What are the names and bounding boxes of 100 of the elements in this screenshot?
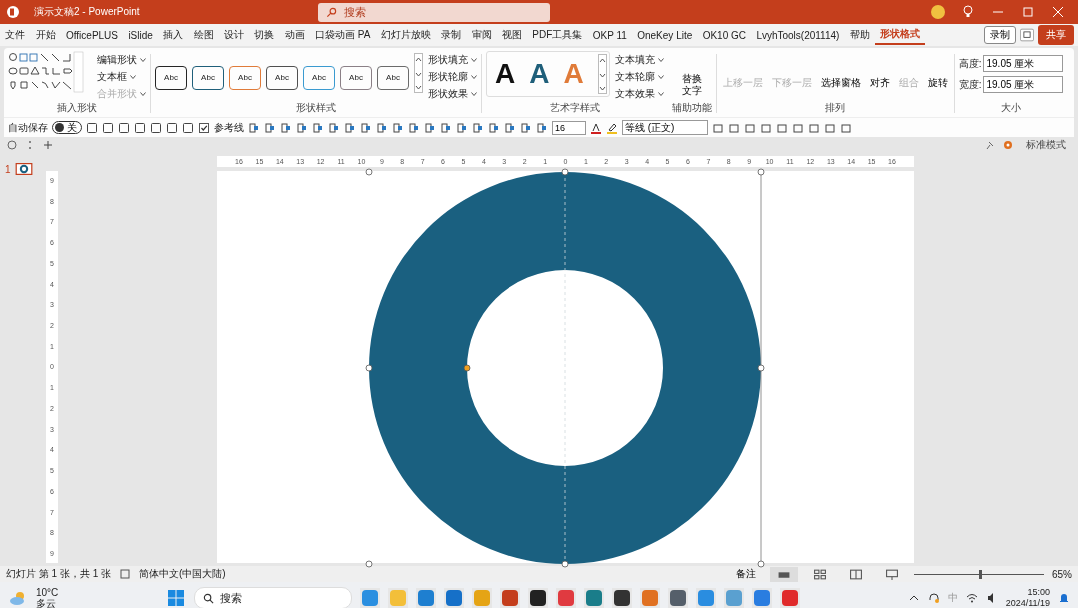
ribbon-command[interactable]: 形状轮廓 (428, 70, 468, 84)
share-button[interactable]: 共享 (1038, 25, 1074, 45)
clock-date[interactable]: 2024/11/19 (1005, 598, 1050, 608)
temperature: 10°C (36, 587, 59, 598)
slide-thumbnail[interactable] (14, 163, 33, 175)
taskbar-search-field[interactable]: 搜索 (194, 587, 352, 608)
gallery-scroll-icon[interactable] (597, 54, 607, 94)
bell-icon[interactable] (1058, 592, 1070, 604)
ribbon-tab[interactable]: 文件 (0, 25, 31, 45)
ribbon-tab[interactable]: LvyhTools(201114) (751, 25, 845, 45)
ribbon-command[interactable]: 文本效果 (614, 87, 655, 101)
ribbon-command[interactable]: 形状填充 (428, 53, 468, 67)
lightbulb-icon[interactable] (960, 4, 976, 20)
zoom-level[interactable]: 65% (1052, 568, 1072, 580)
clock-time[interactable]: 15:00 (1027, 587, 1050, 598)
ribbon-tab[interactable]: 绘图 (188, 25, 219, 45)
gallery-scroll-icon[interactable] (414, 53, 423, 93)
font-size-field[interactable]: 16 (552, 120, 586, 135)
caret-icon[interactable] (657, 58, 664, 62)
style-preset[interactable]: Abc (303, 65, 335, 90)
ribbon-tab[interactable]: 口袋动画 PA (309, 25, 376, 45)
record-button[interactable]: 录制 (984, 26, 1016, 44)
ribbon-tab[interactable]: 审阅 (466, 25, 497, 45)
ribbon-tab[interactable]: 幻灯片放映 (375, 25, 437, 45)
view-mode-button[interactable]: 标准模式 (1020, 137, 1072, 153)
caret-icon[interactable] (130, 75, 136, 79)
style-preset[interactable]: Abc (229, 65, 261, 90)
window-title: 演示文稿2 - PowerPoint (34, 5, 140, 19)
slide-counter: 幻灯片 第 1 张，共 1 张 (6, 567, 111, 581)
guides-checkbox[interactable] (198, 121, 210, 134)
width-field[interactable]: 19.05 厘米 (983, 76, 1064, 93)
shape-icon[interactable] (808, 121, 820, 134)
caret-icon[interactable] (657, 75, 664, 79)
window-icon[interactable] (1020, 28, 1034, 42)
ribbon-tab[interactable]: PDF工具集 (527, 25, 588, 45)
caret-icon[interactable] (140, 58, 146, 62)
search-icon (325, 6, 337, 18)
caret-icon[interactable] (471, 58, 477, 62)
box-icon[interactable] (134, 121, 146, 134)
ribbon-command[interactable]: 编辑形状 (97, 53, 137, 67)
arrange-button[interactable]: 旋转 (925, 51, 950, 89)
normal-view-icon[interactable] (770, 566, 798, 582)
shape-icon[interactable] (504, 121, 516, 134)
arrange-button[interactable]: 对齐 (867, 51, 892, 89)
group-label: 排列 (825, 101, 846, 115)
group-label: 大小 (1001, 101, 1022, 115)
add-icon[interactable] (42, 139, 54, 151)
ribbon-tab[interactable]: OfficePLUS (60, 25, 124, 45)
style-preset[interactable]: Abc (266, 65, 298, 90)
app-icon[interactable] (612, 588, 632, 608)
wordart-preset[interactable]: A (495, 57, 516, 91)
ribbon-tab[interactable]: OK10 GC (697, 25, 752, 45)
caret-icon[interactable] (657, 92, 664, 96)
caret-icon[interactable] (471, 75, 477, 79)
weather-text: 多云 (36, 598, 57, 608)
ribbon-tab[interactable]: 视图 (496, 25, 528, 45)
rectangle-icon[interactable] (118, 121, 130, 134)
ribbon-command[interactable]: 形状效果 (428, 87, 468, 101)
font-color-icon[interactable] (590, 121, 602, 134)
ribbon-tab[interactable]: 开始 (30, 25, 61, 45)
shape-icon[interactable] (824, 121, 836, 134)
search-field[interactable]: 搜索 (317, 2, 550, 22)
autosave-toggle[interactable]: 关 (52, 121, 82, 134)
alt-text-button[interactable]: 替换文字 (677, 51, 706, 97)
ribbon-tab[interactable]: 切换 (249, 25, 280, 45)
arrange-button[interactable]: 选择窗格 (818, 51, 863, 89)
ribbon-tab[interactable]: iSlide (123, 25, 159, 45)
highlighter-icon[interactable] (606, 121, 618, 134)
style-preset[interactable]: Abc (340, 65, 372, 90)
wordart-preset[interactable]: A (529, 57, 550, 91)
ribbon-tab[interactable]: 录制 (436, 25, 467, 45)
shape-icon[interactable] (792, 121, 804, 134)
height-field[interactable]: 19.05 厘米 (983, 55, 1064, 72)
ribbon-tab[interactable]: OneKey Lite (632, 25, 698, 45)
ribbon-command[interactable]: 文本框 (97, 70, 127, 84)
shape-icon[interactable] (472, 121, 484, 134)
restore-icon[interactable] (1020, 4, 1036, 20)
windows-start-icon[interactable] (166, 588, 186, 608)
wifi-icon[interactable] (965, 592, 978, 604)
style-preset[interactable]: Abc (155, 65, 187, 90)
ribbon-tab[interactable]: 动画 (279, 25, 310, 45)
close-icon[interactable] (1050, 4, 1066, 20)
language-indicator[interactable]: 简体中文(中国大陆) (139, 567, 226, 581)
ribbon-command[interactable]: 文本轮廓 (614, 70, 655, 84)
font-field[interactable]: 等线 (正文) (622, 120, 708, 135)
ribbon-tab[interactable]: OKP 11 (587, 25, 633, 45)
ribbon-tab[interactable]: 帮助 (844, 25, 875, 45)
app-icon[interactable] (528, 588, 548, 608)
headset-icon[interactable] (927, 592, 940, 604)
ribbon-tab[interactable]: 形状格式 (874, 25, 926, 45)
shape-icon[interactable] (840, 121, 852, 134)
ribbon-tab[interactable]: 设计 (218, 25, 250, 45)
ribbon-command[interactable]: 文本填充 (614, 53, 655, 67)
ribbon-tab[interactable]: 插入 (158, 25, 189, 45)
notes-button[interactable]: 备注 (730, 566, 762, 582)
caret-icon[interactable] (471, 92, 477, 96)
pin-icon[interactable] (984, 139, 996, 151)
caret-icon[interactable] (140, 92, 146, 96)
style-preset[interactable]: Abc (192, 65, 224, 90)
style-preset[interactable]: Abc (377, 65, 409, 90)
